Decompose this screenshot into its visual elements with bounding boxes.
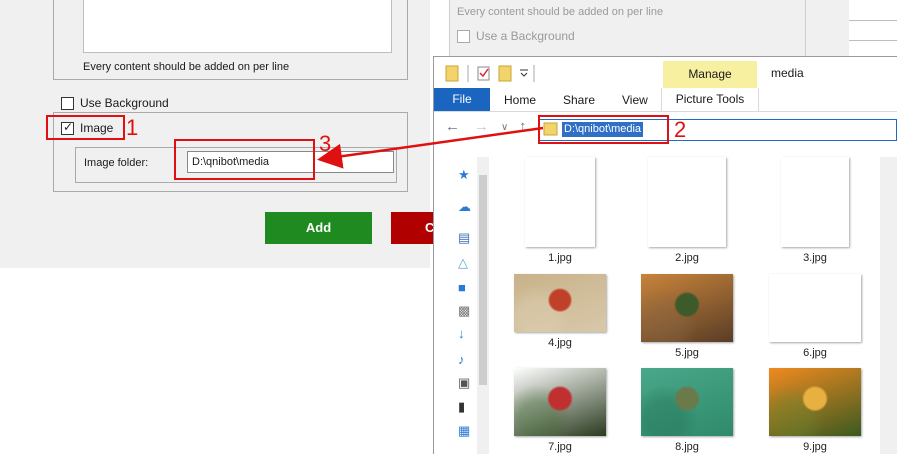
annotation-arrow bbox=[317, 126, 544, 169]
